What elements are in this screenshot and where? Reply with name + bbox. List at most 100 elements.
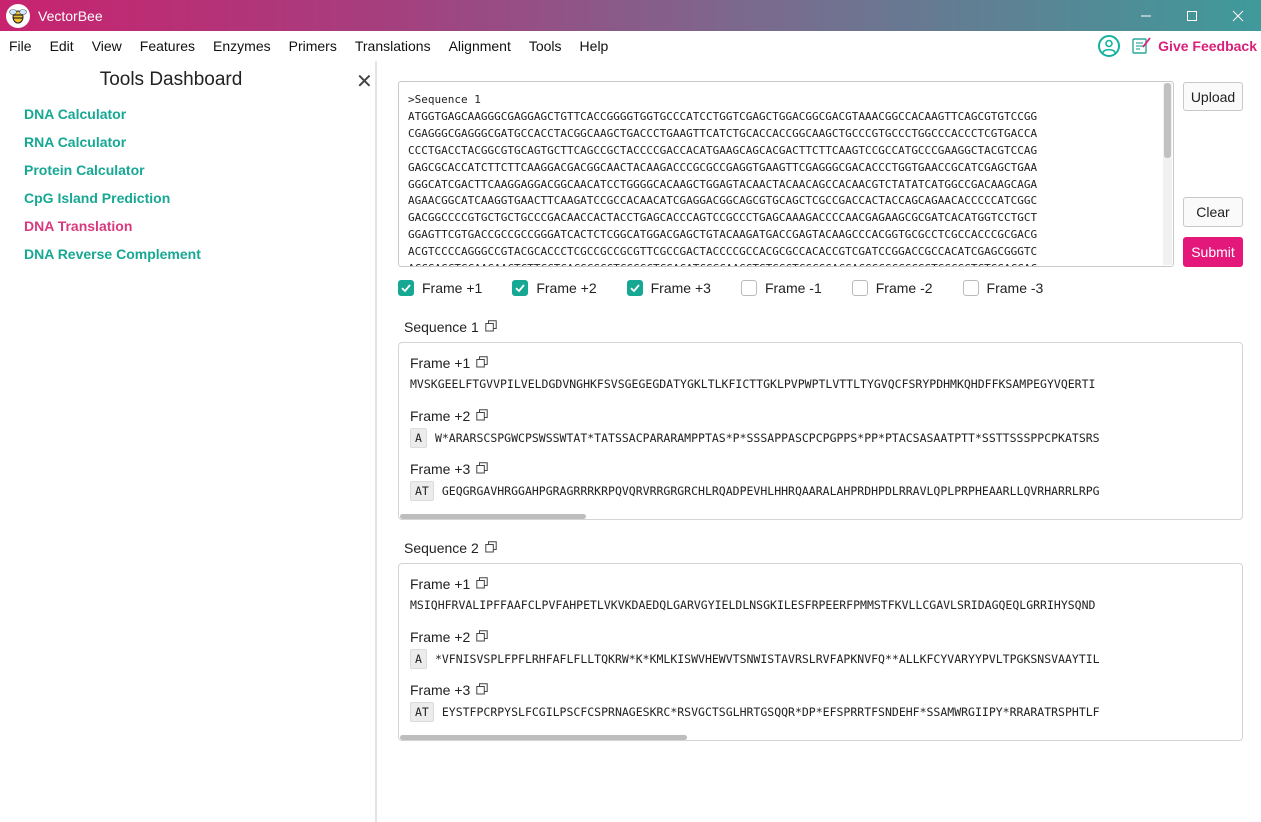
copy-icon[interactable] <box>476 355 489 371</box>
close-sidebar-icon[interactable]: ✕ <box>356 72 373 92</box>
protein-text: MSIQHFRVALIPFFAAFCLPVFAHPETLVKVKDAEDQLGA… <box>410 598 1096 612</box>
protein-text: W*ARARSCSPGWCPSWSSWTAT*TATSSACPARARAMPPT… <box>434 431 1100 445</box>
frame-label-text: Frame +3 <box>410 682 471 698</box>
frame-options: Frame +1 Frame +2 Frame +3 Frame -1 Frame -2… <box>398 279 1073 297</box>
menu-features[interactable]: Features <box>131 38 204 54</box>
scrollbar-thumb[interactable] <box>400 735 687 740</box>
tool-list: DNA Calculator RNA Calculator Protein Ca… <box>24 105 201 273</box>
frame-option[interactable]: Frame +1 <box>398 280 482 296</box>
frame-option[interactable]: Frame +3 <box>626 280 711 296</box>
frame-label: Frame +2 <box>410 408 489 424</box>
horizontal-scrollbar[interactable] <box>399 514 1242 519</box>
frame-label-text: Frame +3 <box>410 461 471 477</box>
tool-rna-calculator[interactable]: RNA Calculator <box>24 133 201 161</box>
protein-sequence[interactable]: MVSKGEELFTGVVPILVELDGDVNGHKFSVSGEGEGDATY… <box>410 377 1095 391</box>
frame-label-text: Frame +1 <box>410 576 471 592</box>
window-controls <box>1123 0 1261 31</box>
sequence-scrollbar[interactable] <box>1163 83 1172 265</box>
app-title: VectorBee <box>38 7 103 24</box>
frame-offset-badge: AT <box>410 702 434 722</box>
frame-option-label: Frame -1 <box>764 280 822 296</box>
tool-cpg-island-prediction[interactable]: CpG Island Prediction <box>24 189 201 217</box>
checkbox-unchecked-icon[interactable] <box>962 280 979 296</box>
frame-option[interactable]: Frame +2 <box>512 280 597 296</box>
frame-option[interactable]: Frame -3 <box>962 280 1044 296</box>
protein-text: *VFNISVSPLFPFLRHFAFLFLLTQKRW*K*KMLKISWVH… <box>434 652 1100 666</box>
menu-edit[interactable]: Edit <box>41 38 83 54</box>
checkbox-unchecked-icon[interactable] <box>740 280 757 296</box>
horizontal-scrollbar[interactable] <box>399 735 1242 740</box>
sidebar-title: Tools Dashboard <box>99 69 243 90</box>
frame-option-label: Frame +3 <box>650 280 711 296</box>
maximize-button[interactable] <box>1169 0 1215 31</box>
frame-offset-badge: A <box>410 428 427 448</box>
frame-label: Frame +1 <box>410 576 489 592</box>
scrollbar-thumb[interactable] <box>400 514 586 519</box>
menu-bar: File Edit View Features Enzymes Primers … <box>0 31 1261 61</box>
copy-icon[interactable] <box>476 629 489 645</box>
copy-icon[interactable] <box>476 408 489 424</box>
frame-offset-badge: AT <box>410 481 434 501</box>
frame-label-text: Frame +2 <box>410 408 471 424</box>
give-feedback-link[interactable]: Give Feedback <box>1158 38 1257 54</box>
frame-label: Frame +3 <box>410 461 489 477</box>
menu-enzymes[interactable]: Enzymes <box>204 38 280 54</box>
tool-dna-calculator[interactable]: DNA Calculator <box>24 105 201 133</box>
title-bar: VectorBee <box>0 0 1261 31</box>
protein-text: EYSTFPCRPYSLFCGILPSCFCSPRNAGESKRC*RSVGCT… <box>441 705 1100 719</box>
menu-tools[interactable]: Tools <box>520 38 571 54</box>
maximize-icon <box>1187 10 1197 21</box>
checkbox-checked-icon[interactable] <box>398 280 414 296</box>
copy-icon[interactable] <box>485 319 497 335</box>
copy-icon[interactable] <box>476 682 489 698</box>
upload-button[interactable]: Upload <box>1183 82 1243 111</box>
copy-icon[interactable] <box>476 461 489 477</box>
app-logo-icon <box>6 3 30 28</box>
protein-sequence[interactable]: AT EYSTFPCRPYSLFCGILPSCFCSPRNAGESKRC*RSVG… <box>410 702 1100 722</box>
result-card: Frame +1 MSIQHFRVALIPFFAAFCLPVFAHPETLVKVK… <box>398 563 1243 741</box>
submit-button[interactable]: Submit <box>1183 237 1243 267</box>
checkbox-checked-icon[interactable] <box>626 280 643 296</box>
frame-option-label: Frame -2 <box>875 280 933 296</box>
feedback-icon[interactable] <box>1132 37 1152 55</box>
frame-option[interactable]: Frame -2 <box>851 280 933 296</box>
frame-label: Frame +3 <box>410 682 489 698</box>
frame-offset-badge: A <box>410 649 427 669</box>
tool-protein-calculator[interactable]: Protein Calculator <box>24 161 201 189</box>
protein-text: GEQGRGAVHRGGAHPGRAGRRRKRPQVQRVRRGRGRCHLR… <box>441 484 1100 498</box>
frame-option-label: Frame +1 <box>422 280 483 296</box>
clear-button[interactable]: Clear <box>1183 197 1243 227</box>
copy-icon[interactable] <box>476 576 489 592</box>
result-card: Frame +1 MVSKGEELFTGVVPILVELDGDVNGHKFSVSG… <box>398 342 1243 520</box>
tool-dna-reverse-complement[interactable]: DNA Reverse Complement <box>24 245 201 273</box>
menu-translations[interactable]: Translations <box>346 38 440 54</box>
menu-view[interactable]: View <box>83 38 131 54</box>
copy-icon[interactable] <box>485 540 497 556</box>
frame-option-label: Frame -3 <box>986 280 1044 296</box>
protein-sequence[interactable]: AT GEQGRGAVHRGGAHPGRAGRRRKRPQVQRVRRGRGRCH… <box>410 481 1100 501</box>
protein-text: MVSKGEELFTGVVPILVELDGDVNGHKFSVSGEGEGDATY… <box>410 377 1096 391</box>
minimize-button[interactable] <box>1123 0 1169 31</box>
menu-help[interactable]: Help <box>571 38 618 54</box>
frame-option-label: Frame +2 <box>536 280 597 296</box>
protein-sequence[interactable]: A *VFNISVSPLFPFLRHFAFLFLLTQKRW*K*KMLKISWV… <box>410 649 1100 669</box>
user-account-icon[interactable] <box>1098 35 1121 57</box>
protein-sequence[interactable]: MSIQHFRVALIPFFAAFCLPVFAHPETLVKVKDAEDQLGA… <box>410 598 1095 612</box>
frame-option[interactable]: Frame -1 <box>740 280 822 296</box>
tool-dna-translation[interactable]: DNA Translation <box>24 217 201 245</box>
checkbox-unchecked-icon[interactable] <box>851 280 868 296</box>
protein-sequence[interactable]: A W*ARARSCSPGWCPSWSSWTAT*TATSSACPARARAMPP… <box>410 428 1100 448</box>
close-window-button[interactable] <box>1215 0 1261 31</box>
checkbox-checked-icon[interactable] <box>512 280 529 296</box>
result-title-text: Sequence 2 <box>404 540 479 556</box>
frame-label: Frame +2 <box>410 629 489 645</box>
menu-alignment[interactable]: Alignment <box>440 38 520 54</box>
result-title-text: Sequence 1 <box>404 319 479 335</box>
menu-file[interactable]: File <box>0 38 41 54</box>
scrollbar-thumb[interactable] <box>1164 83 1171 158</box>
menu-primers[interactable]: Primers <box>280 38 346 54</box>
sequence-input[interactable]: >Sequence 1 ATGGTGAGCAAGGGCGAGGAGCTGTTCA… <box>398 81 1174 267</box>
frame-label-text: Frame +1 <box>410 355 471 371</box>
close-icon <box>1232 10 1244 21</box>
sequence-text[interactable]: >Sequence 1 ATGGTGAGCAAGGGCGAGGAGCTGTTCA… <box>399 82 1173 266</box>
